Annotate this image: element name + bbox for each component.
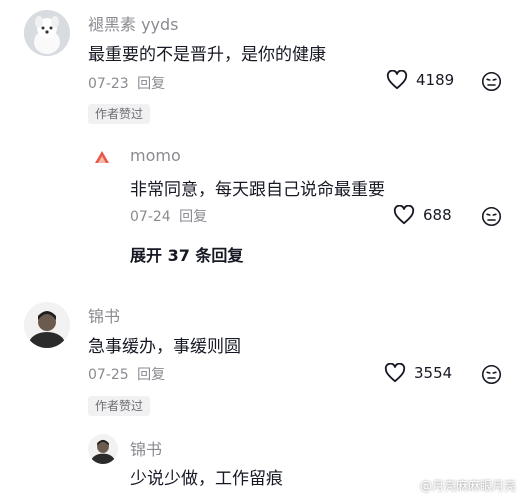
avatar-jinshu-small[interactable] [88, 434, 118, 464]
reply-meta: 07-24 回复 [130, 206, 207, 226]
reply-button[interactable]: 回复 [137, 76, 165, 92]
avatar-jinshu[interactable] [24, 302, 70, 348]
reply-username[interactable]: 锦书 [130, 436, 162, 460]
heart-icon [384, 363, 406, 383]
watermark: @月亮麻麻眼月亮 [419, 479, 516, 493]
comment-username[interactable]: 锦书 [88, 303, 120, 327]
avatar-momo[interactable] [89, 145, 115, 171]
comment-date: 07-23 [88, 76, 129, 92]
reply-date: 07-24 [130, 209, 171, 225]
comment-text: 急事缓办，事缓则圆 [88, 337, 241, 357]
like-count: 4189 [416, 71, 455, 89]
comment-username[interactable]: 褪黑素 yyds [88, 11, 179, 35]
like-count: 3554 [414, 364, 453, 382]
reply-username[interactable]: momo [130, 146, 181, 165]
expand-replies-button[interactable]: 展开 37 条回复 [130, 242, 243, 266]
reply-text: 非常同意，每天跟自己说命最重要 [130, 180, 385, 200]
author-liked-badge: 作者赞过 [88, 396, 151, 416]
dislike-button[interactable] [481, 364, 502, 389]
comment-meta: 07-23 回复 [88, 73, 165, 93]
reply-button[interactable]: 回复 [137, 367, 165, 383]
like-button[interactable]: 3554 [384, 363, 452, 383]
like-button[interactable]: 688 [393, 205, 452, 225]
comment-date: 07-25 [88, 367, 129, 383]
reply-button[interactable]: 回复 [179, 209, 207, 225]
like-count: 688 [423, 206, 452, 224]
avatar-dog[interactable] [24, 10, 70, 56]
comment-meta: 07-25 回复 [88, 364, 165, 384]
reply-text: 少说少做，工作留痕 [130, 469, 283, 489]
like-button[interactable]: 4189 [386, 70, 454, 90]
author-liked-badge: 作者赞过 [88, 104, 151, 124]
dislike-face-icon [481, 364, 502, 385]
comment-text: 最重要的不是晋升，是你的健康 [88, 45, 326, 65]
heart-icon [393, 205, 415, 225]
dislike-button[interactable] [481, 71, 502, 96]
dislike-face-icon [481, 206, 502, 227]
dislike-button[interactable] [481, 206, 502, 231]
dislike-face-icon [481, 71, 502, 92]
heart-icon [386, 70, 408, 90]
